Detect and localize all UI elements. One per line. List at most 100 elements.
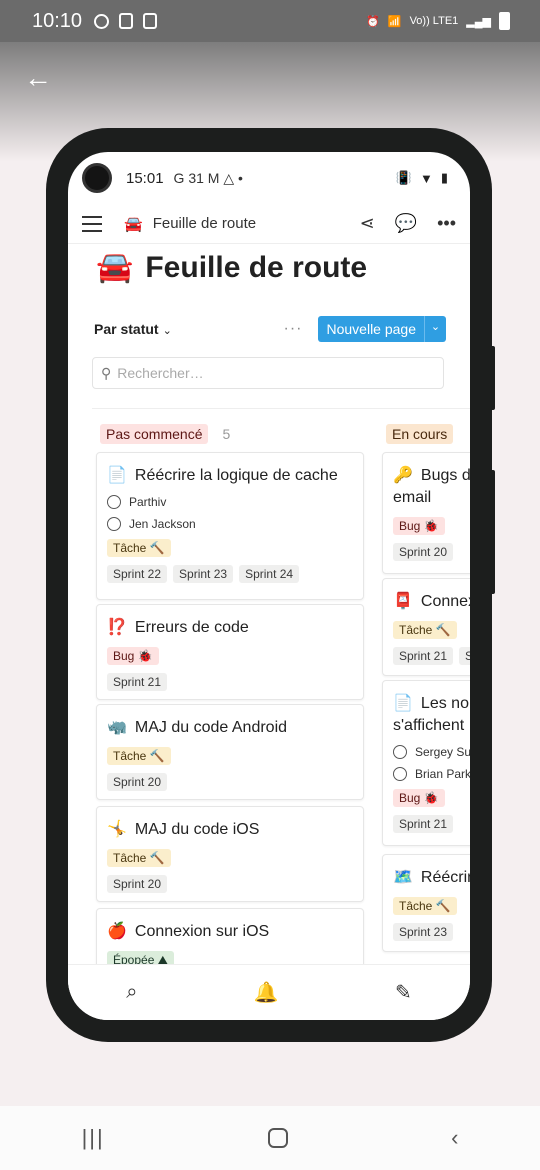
app-status-bar: 15:01 G 31 M △ • 📳 ▼ ▮ — [68, 152, 470, 204]
more-options-icon[interactable]: ••• — [437, 213, 456, 234]
status-badge: Pas commencé — [100, 424, 209, 444]
back-arrow-icon[interactable]: ← — [24, 64, 52, 92]
app-notification-icon — [143, 13, 158, 29]
search-icon[interactable]: ⌕ — [126, 981, 137, 1004]
type-tag: Bug 🐞 — [393, 517, 445, 535]
column-count: 5 — [222, 426, 231, 442]
sprint-tag: Sprint 20 — [107, 773, 168, 791]
share-icon[interactable]: ⋖ — [360, 213, 375, 234]
card-title: Réécrire la logique de cache — [134, 467, 338, 484]
view-options-button[interactable]: ··· — [284, 320, 303, 338]
wifi-icon: ▼ — [419, 170, 433, 186]
card-title: Les no — [420, 695, 469, 712]
sprint-tag: Sprint 21 — [393, 647, 454, 665]
sprint-tag: Sprint 21 — [107, 673, 168, 691]
card-title: MAJ du code Android — [134, 719, 288, 736]
search-input[interactable]: ⚲ Rechercher… — [92, 357, 444, 389]
system-status-bar: 10:10 ⏰ 📶 Vo)) LTE1 ▂▄▆ — [0, 0, 540, 42]
card-title: MAJ du code iOS — [134, 821, 260, 838]
phone-volume-button — [488, 346, 495, 410]
board-card[interactable]: 📮 Connex Tâche 🔨 Sprint 21 S — [382, 578, 470, 676]
assignee: Brian Park — [393, 767, 470, 781]
bell-icon[interactable]: 🔔 — [254, 980, 279, 1005]
home-button[interactable] — [267, 1128, 288, 1148]
chevron-down-icon[interactable]: ⌄ — [424, 316, 446, 342]
compose-icon[interactable]: ✎ — [395, 980, 412, 1005]
page-title-emoji-icon: 🚘 — [96, 251, 134, 284]
document-icon: 📄 — [107, 467, 127, 484]
assignee: Parthiv — [107, 495, 353, 509]
sprint-tag: Sprint 23 — [393, 923, 454, 941]
page-emoji-icon: 🚘 — [124, 215, 143, 233]
card-title: Réécrir — [420, 869, 470, 886]
app-bottom-nav: ⌕ 🔔 ✎ — [68, 964, 470, 1020]
interrobang-icon: ⁉️ — [107, 619, 127, 636]
phone-power-button — [488, 470, 495, 594]
assignee: Jen Jackson — [107, 517, 353, 531]
alarm-icon: ⏰ — [366, 15, 380, 28]
board-card[interactable]: ⁉️ Erreurs de code Bug 🐞 Sprint 21 — [96, 604, 364, 700]
acrobat-icon: 🤸 — [107, 821, 127, 838]
group-by-dropdown[interactable]: Par statut ⌄ — [94, 321, 172, 337]
type-tag: Tâche 🔨 — [107, 539, 171, 557]
card-title: Bugs d — [420, 467, 470, 484]
type-tag: Bug 🐞 — [393, 789, 445, 807]
network-label: Vo)) LTE1 — [409, 15, 459, 27]
card-title: Connexion sur iOS — [134, 923, 270, 940]
map-icon: 🗺️ — [393, 869, 413, 886]
recent-apps-button[interactable]: ||| — [82, 1125, 105, 1151]
camera-cutout — [82, 163, 112, 193]
dnd-icon — [94, 13, 110, 29]
apple-icon: 🍎 — [107, 923, 127, 940]
status-badge: En cours — [386, 424, 454, 444]
card-title: Erreurs de code — [134, 619, 249, 636]
sprint-tag: Sprint 20 — [107, 875, 168, 893]
postbox-icon: 📮 — [393, 593, 413, 610]
back-button[interactable]: ‹ — [451, 1125, 458, 1151]
board-card[interactable]: 📄 Les no s'affichent Sergey Su Brian Park… — [382, 680, 470, 846]
assignee: Sergey Su — [393, 745, 470, 759]
battery-icon: ▮ — [440, 170, 448, 185]
new-page-button[interactable]: Nouvelle page ⌄ — [318, 316, 446, 342]
board-card[interactable]: 🔑 Bugs d email Bug 🐞 Sprint 20 — [382, 452, 470, 574]
page-title: 🚘 Feuille de route — [96, 250, 367, 285]
avatar — [393, 767, 407, 781]
rhino-icon: 🦏 — [107, 719, 127, 736]
menu-icon[interactable] — [82, 215, 102, 232]
sprint-tag: Sprint 20 — [393, 543, 454, 561]
sprint-tag: S — [459, 647, 470, 665]
vibrate-icon: 📳 — [395, 170, 412, 185]
sd-card-icon — [119, 13, 134, 29]
column-header-not-started: Pas commencé 5 — [100, 424, 230, 444]
comment-icon[interactable]: 💬 — [395, 213, 417, 234]
type-tag: Bug 🐞 — [107, 647, 159, 665]
board-card[interactable]: 🦏 MAJ du code Android Tâche 🔨 Sprint 20 — [96, 704, 364, 800]
search-icon: ⚲ — [101, 364, 112, 381]
card-title-line2: email — [393, 489, 432, 506]
avatar — [107, 495, 121, 509]
document-icon: 📄 — [393, 695, 413, 712]
app-clock: 15:01 — [126, 169, 164, 187]
board-toolbar: Par statut ⌄ ··· Nouvelle page ⌄ — [94, 316, 446, 342]
board-card[interactable]: 📄 Réécrire la logique de cache Parthiv Je… — [96, 452, 364, 600]
notification-icons: G 31 M △ • — [173, 169, 243, 186]
app-toolbar: 🚘 Feuille de route ⋖ 💬 ••• — [68, 204, 470, 244]
divider — [92, 408, 470, 409]
page-title-text: Feuille de route — [145, 250, 368, 284]
sprint-tag: Sprint 24 — [239, 565, 300, 583]
wifi-icon: 📶 — [387, 15, 402, 28]
system-nav-bar: ||| ‹ — [0, 1106, 540, 1170]
sprint-tag: Sprint 21 — [393, 815, 454, 833]
board-card[interactable]: 🤸 MAJ du code iOS Tâche 🔨 Sprint 20 — [96, 806, 364, 902]
avatar — [393, 745, 407, 759]
signal-icon: ▂▄▆ — [466, 15, 491, 28]
battery-icon — [499, 12, 510, 30]
card-title: Connex — [420, 593, 470, 610]
key-icon: 🔑 — [393, 467, 413, 484]
card-title-line2: s'affichent — [393, 717, 465, 734]
sprint-tag: Sprint 23 — [173, 565, 234, 583]
type-tag: Tâche 🔨 — [107, 747, 171, 765]
type-tag: Tâche 🔨 — [107, 849, 171, 867]
board-card[interactable]: 🗺️ Réécrir Tâche 🔨 Sprint 23 — [382, 854, 470, 952]
avatar — [107, 517, 121, 531]
